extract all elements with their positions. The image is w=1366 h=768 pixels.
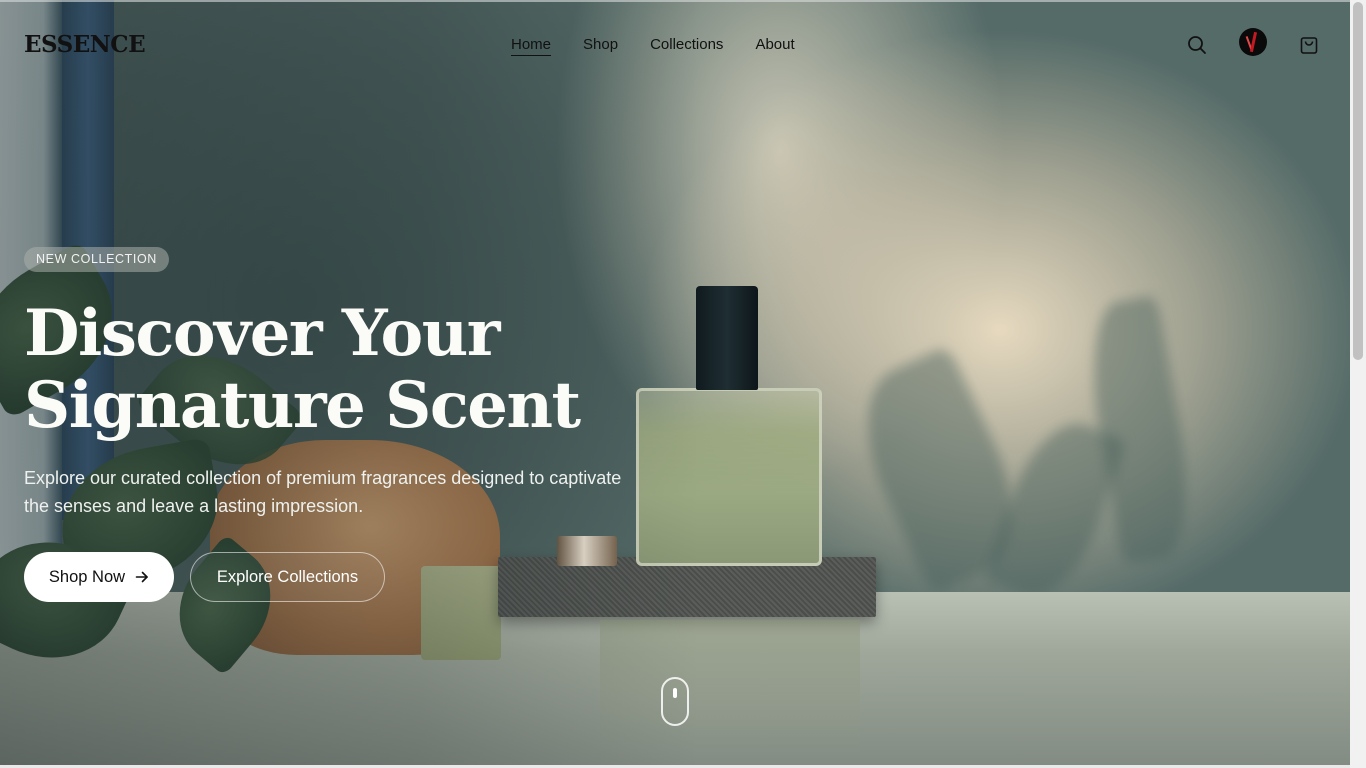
- scroll-indicator[interactable]: [661, 677, 689, 726]
- headline-line-1: Discover Your: [24, 296, 500, 371]
- shopping-bag-icon: [1300, 37, 1318, 54]
- hero-headline: Discover Your Signature Scent: [24, 298, 664, 442]
- hero-subtext: Explore our curated collection of premiu…: [24, 468, 622, 516]
- perfume-cap: [696, 286, 758, 390]
- brand-logo[interactable]: ESSENCE: [24, 31, 146, 58]
- nav-item-home[interactable]: Home: [511, 36, 552, 56]
- search-button[interactable]: [1185, 33, 1209, 57]
- main-menu: Home Shop Collections About: [511, 36, 795, 56]
- vertical-scrollbar[interactable]: [1350, 0, 1366, 768]
- headline-line-2: Signature Scent: [24, 368, 581, 443]
- new-collection-badge: NEW COLLECTION: [24, 247, 169, 272]
- nav-item-about[interactable]: About: [755, 36, 794, 56]
- nav-item-shop[interactable]: Shop: [583, 36, 618, 56]
- scroll-indicator-dot: [673, 688, 677, 698]
- arrow-right-icon: [135, 571, 148, 583]
- shop-now-button[interactable]: Shop Now: [24, 552, 174, 602]
- user-avatar[interactable]: [1239, 28, 1267, 56]
- nav-item-collections[interactable]: Collections: [650, 36, 723, 56]
- navbar: ESSENCE Home Shop Collections About: [0, 0, 1350, 90]
- shop-now-label: Shop Now: [48, 567, 126, 586]
- scrollbar-thumb[interactable]: [1353, 2, 1363, 360]
- cart-button[interactable]: [1297, 33, 1321, 57]
- explore-collections-button[interactable]: Explore Collections: [190, 552, 385, 602]
- search-icon: [1188, 36, 1206, 54]
